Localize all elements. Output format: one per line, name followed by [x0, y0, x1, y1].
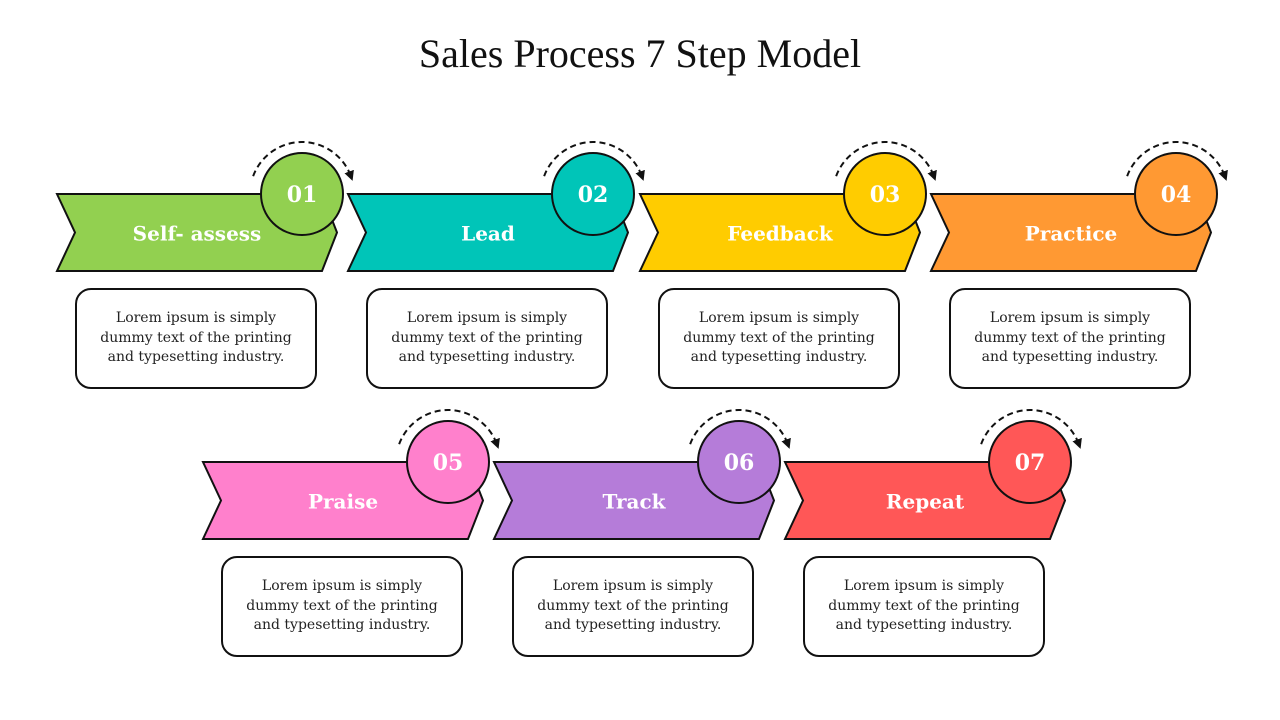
step-description-box: Lorem ipsum is simply dummy text of the …: [949, 288, 1191, 389]
step-label: Feedback: [727, 222, 834, 246]
step-number: 05: [433, 450, 464, 476]
step-description: Lorem ipsum is simply dummy text of the …: [828, 578, 1020, 634]
step-description: Lorem ipsum is simply dummy text of the …: [537, 578, 729, 634]
step-label: Praise: [308, 490, 378, 514]
step-07: 07 Repeat: [783, 409, 1082, 540]
step-label: Self- assess: [133, 222, 262, 246]
step-label: Track: [603, 490, 667, 514]
step-01: 01 Self- assess: [55, 141, 354, 272]
step-05: 05 Praise: [201, 409, 500, 540]
step-number: 02: [578, 182, 609, 208]
step-number: 07: [1015, 450, 1046, 476]
step-description: Lorem ipsum is simply dummy text of the …: [391, 310, 583, 366]
step-number: 04: [1161, 182, 1192, 208]
step-description: Lorem ipsum is simply dummy text of the …: [974, 310, 1166, 366]
step-description-box: Lorem ipsum is simply dummy text of the …: [221, 556, 463, 657]
step-description: Lorem ipsum is simply dummy text of the …: [683, 310, 875, 366]
step-03: 03 Feedback: [638, 141, 937, 272]
step-04: 04 Practice: [929, 141, 1228, 272]
step-number: 01: [287, 182, 318, 208]
step-description-box: Lorem ipsum is simply dummy text of the …: [658, 288, 900, 389]
step-number: 03: [870, 182, 901, 208]
step-06: 06 Track: [492, 409, 791, 540]
step-description: Lorem ipsum is simply dummy text of the …: [246, 578, 438, 634]
step-label: Lead: [461, 222, 515, 246]
step-description-box: Lorem ipsum is simply dummy text of the …: [803, 556, 1045, 657]
step-description: Lorem ipsum is simply dummy text of the …: [100, 310, 292, 366]
step-description-box: Lorem ipsum is simply dummy text of the …: [512, 556, 754, 657]
step-label: Repeat: [886, 490, 965, 514]
step-02: 02 Lead: [346, 141, 645, 272]
step-label: Practice: [1025, 222, 1117, 246]
step-description-box: Lorem ipsum is simply dummy text of the …: [366, 288, 608, 389]
step-description-box: Lorem ipsum is simply dummy text of the …: [75, 288, 317, 389]
step-number: 06: [724, 450, 755, 476]
